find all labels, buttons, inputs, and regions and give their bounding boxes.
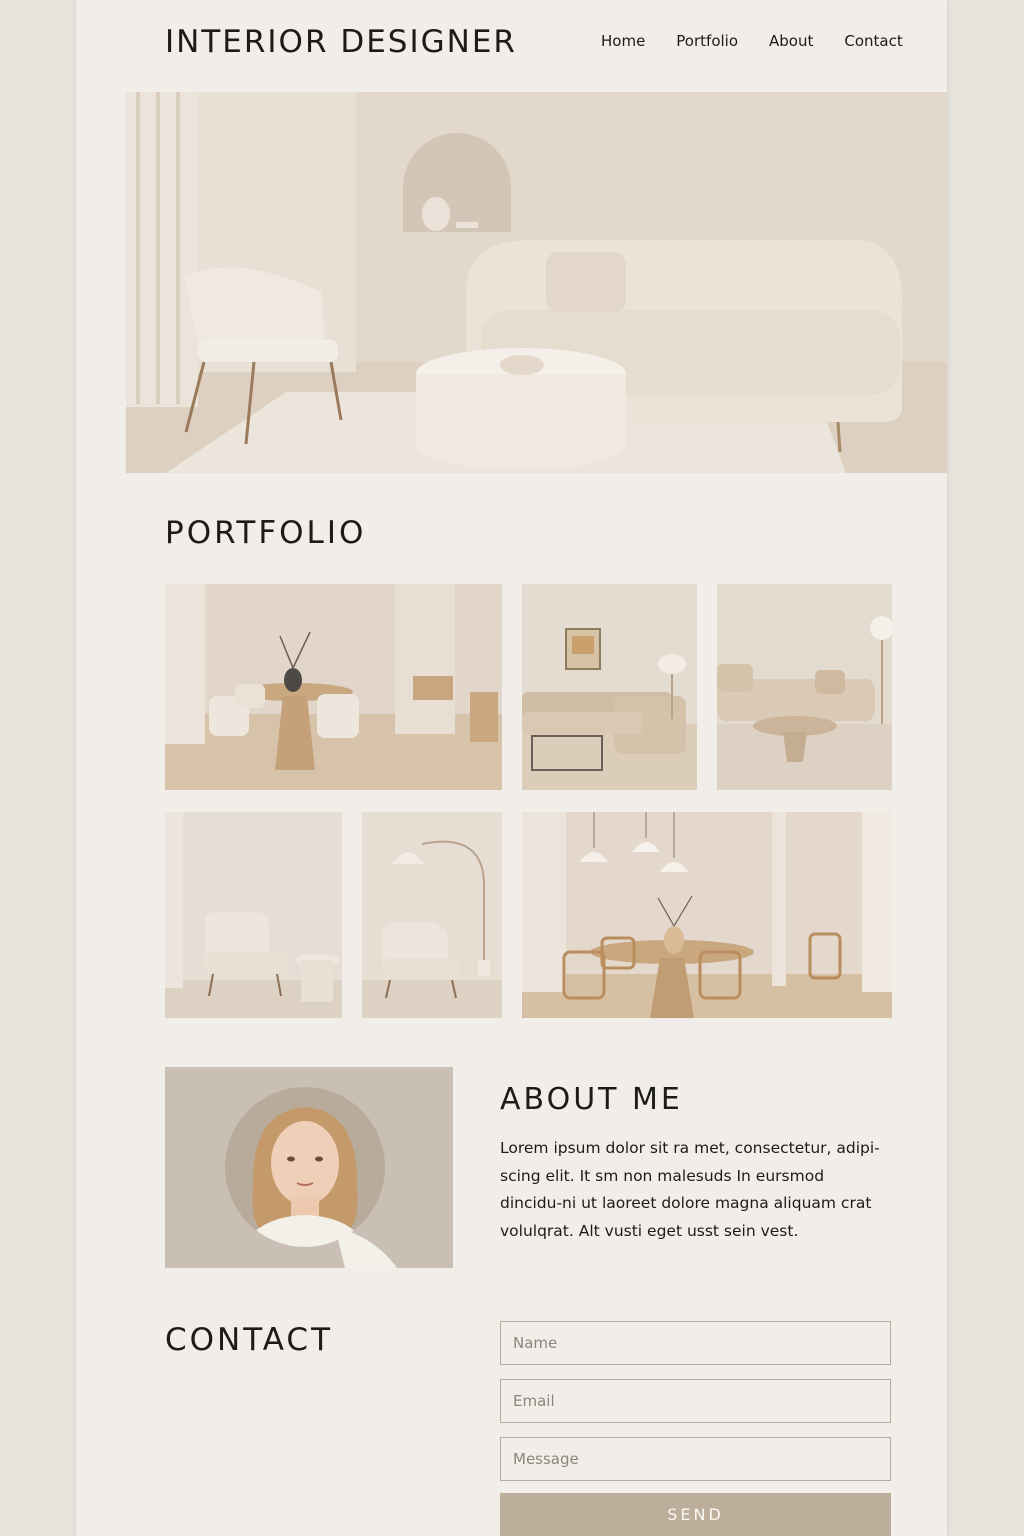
portfolio-image-lamp[interactable]	[362, 812, 502, 1018]
portfolio-image-dining-pendants[interactable]	[522, 812, 892, 1018]
hero-image	[126, 92, 947, 473]
portfolio-image-living[interactable]	[717, 584, 892, 790]
main-nav: Home Portfolio About Contact	[601, 32, 903, 50]
nav-contact[interactable]: Contact	[844, 32, 902, 50]
portfolio-image-sectional[interactable]	[522, 584, 697, 790]
send-button[interactable]: SEND	[500, 1493, 891, 1536]
about-title: ABOUT ME	[500, 1082, 683, 1117]
message-field[interactable]	[500, 1437, 891, 1481]
email-field[interactable]	[500, 1379, 891, 1423]
portfolio-title: PORTFOLIO	[165, 515, 367, 551]
nav-home[interactable]: Home	[601, 32, 645, 50]
contact-title: CONTACT	[165, 1322, 334, 1358]
name-field[interactable]	[500, 1321, 891, 1365]
about-portrait	[165, 1067, 453, 1268]
nav-about[interactable]: About	[769, 32, 813, 50]
nav-portfolio[interactable]: Portfolio	[676, 32, 738, 50]
about-text: Lorem ipsum dolor sit ra met, consectetu…	[500, 1139, 880, 1240]
portfolio-image-dining[interactable]	[165, 584, 502, 790]
portfolio-image-armchair[interactable]	[165, 812, 342, 1018]
page: INTERIOR DESIGNER Home Portfolio About C…	[76, 0, 947, 1536]
brand-logo[interactable]: INTERIOR DESIGNER	[165, 24, 517, 60]
